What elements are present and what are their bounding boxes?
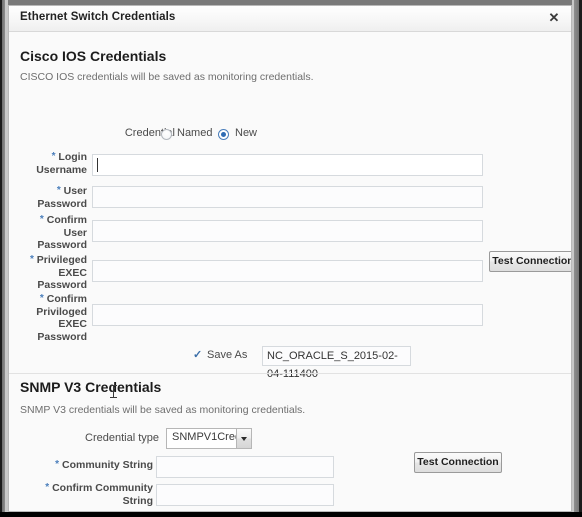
community-string-input[interactable] — [156, 456, 334, 478]
window-frame-left — [0, 0, 8, 512]
radio-credential-named[interactable] — [161, 129, 172, 140]
window-frame-right — [572, 0, 582, 512]
confirm-privileged-exec-password-input[interactable] — [92, 304, 483, 326]
required-asterisk: * — [39, 214, 44, 225]
confirm-user-password-label-text: Confirm User Password — [37, 214, 87, 252]
dialog-titlebar: Ethernet Switch Credentials ✕ — [9, 6, 571, 32]
confirm-community-string-label-text: Confirm Community String — [52, 482, 153, 507]
credential-type-select[interactable]: SNMPV1Creds — [166, 428, 252, 449]
ethernet-switch-credentials-dialog: Ethernet Switch Credentials ✕ Cisco IOS … — [8, 5, 572, 512]
privileged-exec-password-input[interactable] — [92, 260, 483, 282]
screen-background: Ethernet Switch Credentials ✕ Cisco IOS … — [0, 0, 582, 517]
confirm-user-password-label: * Confirm User Password — [19, 214, 87, 252]
cisco-test-connection-button[interactable]: Test Connection — [489, 251, 571, 272]
save-as-checkbox-check-icon[interactable]: ✓ — [193, 348, 202, 361]
required-asterisk: * — [39, 293, 44, 304]
confirm-community-string-input[interactable] — [156, 484, 334, 506]
chevron-down-icon[interactable] — [236, 429, 251, 448]
credential-type-label: Credential type — [85, 432, 159, 444]
dialog-body: Cisco IOS Credentials CISCO IOS credenti… — [9, 32, 571, 511]
snmp-section-heading: SNMP V3 Credentials — [20, 379, 162, 395]
login-username-label: * Login Username — [19, 151, 87, 176]
user-password-label: * User Password — [19, 185, 87, 210]
user-password-label-text: User Password — [37, 185, 87, 210]
community-string-label: * Community String — [19, 459, 153, 472]
radio-credential-new-label: New — [235, 127, 258, 139]
text-caret — [97, 158, 98, 172]
section-divider — [9, 373, 571, 374]
snmp-section-description: SNMP V3 credentials will be saved as mon… — [20, 404, 306, 416]
dialog-title: Ethernet Switch Credentials — [20, 11, 176, 23]
text-cursor-icon — [110, 385, 117, 398]
radio-credential-named-label: Named — [177, 127, 213, 139]
cisco-section-description: CISCO IOS credentials will be saved as m… — [20, 71, 314, 83]
credential-label: Credential — [124, 127, 175, 139]
window-frame-bottom — [0, 512, 582, 517]
required-asterisk: * — [56, 185, 61, 196]
confirm-privileged-exec-password-label: * Confirm Priviloged EXEC Password — [19, 293, 87, 343]
close-icon[interactable]: ✕ — [547, 11, 561, 25]
confirm-privileged-exec-password-label-text: Confirm Priviloged EXEC Password — [36, 293, 87, 343]
required-asterisk: * — [55, 459, 60, 470]
snmp-test-connection-button[interactable]: Test Connection — [414, 452, 502, 473]
cisco-section-heading: Cisco IOS Credentials — [20, 48, 167, 64]
privileged-exec-password-label: * Privileged EXEC Password — [19, 254, 87, 292]
login-username-input[interactable] — [92, 154, 483, 176]
confirm-community-string-label: * Confirm Community String — [19, 482, 153, 507]
required-asterisk: * — [45, 482, 50, 493]
privileged-exec-password-label-text: Privileged EXEC Password — [36, 254, 87, 292]
login-username-label-text: Login Username — [36, 151, 87, 176]
radio-credential-new[interactable] — [218, 129, 229, 140]
confirm-user-password-input[interactable] — [92, 220, 483, 242]
required-asterisk: * — [29, 254, 34, 265]
user-password-input[interactable] — [92, 186, 483, 208]
community-string-label-text: Community String — [62, 459, 153, 471]
required-asterisk: * — [51, 151, 56, 162]
save-as-input[interactable]: NC_ORACLE_S_2015-02-04-111400 — [262, 346, 411, 380]
save-as-label: Save As — [207, 349, 248, 361]
